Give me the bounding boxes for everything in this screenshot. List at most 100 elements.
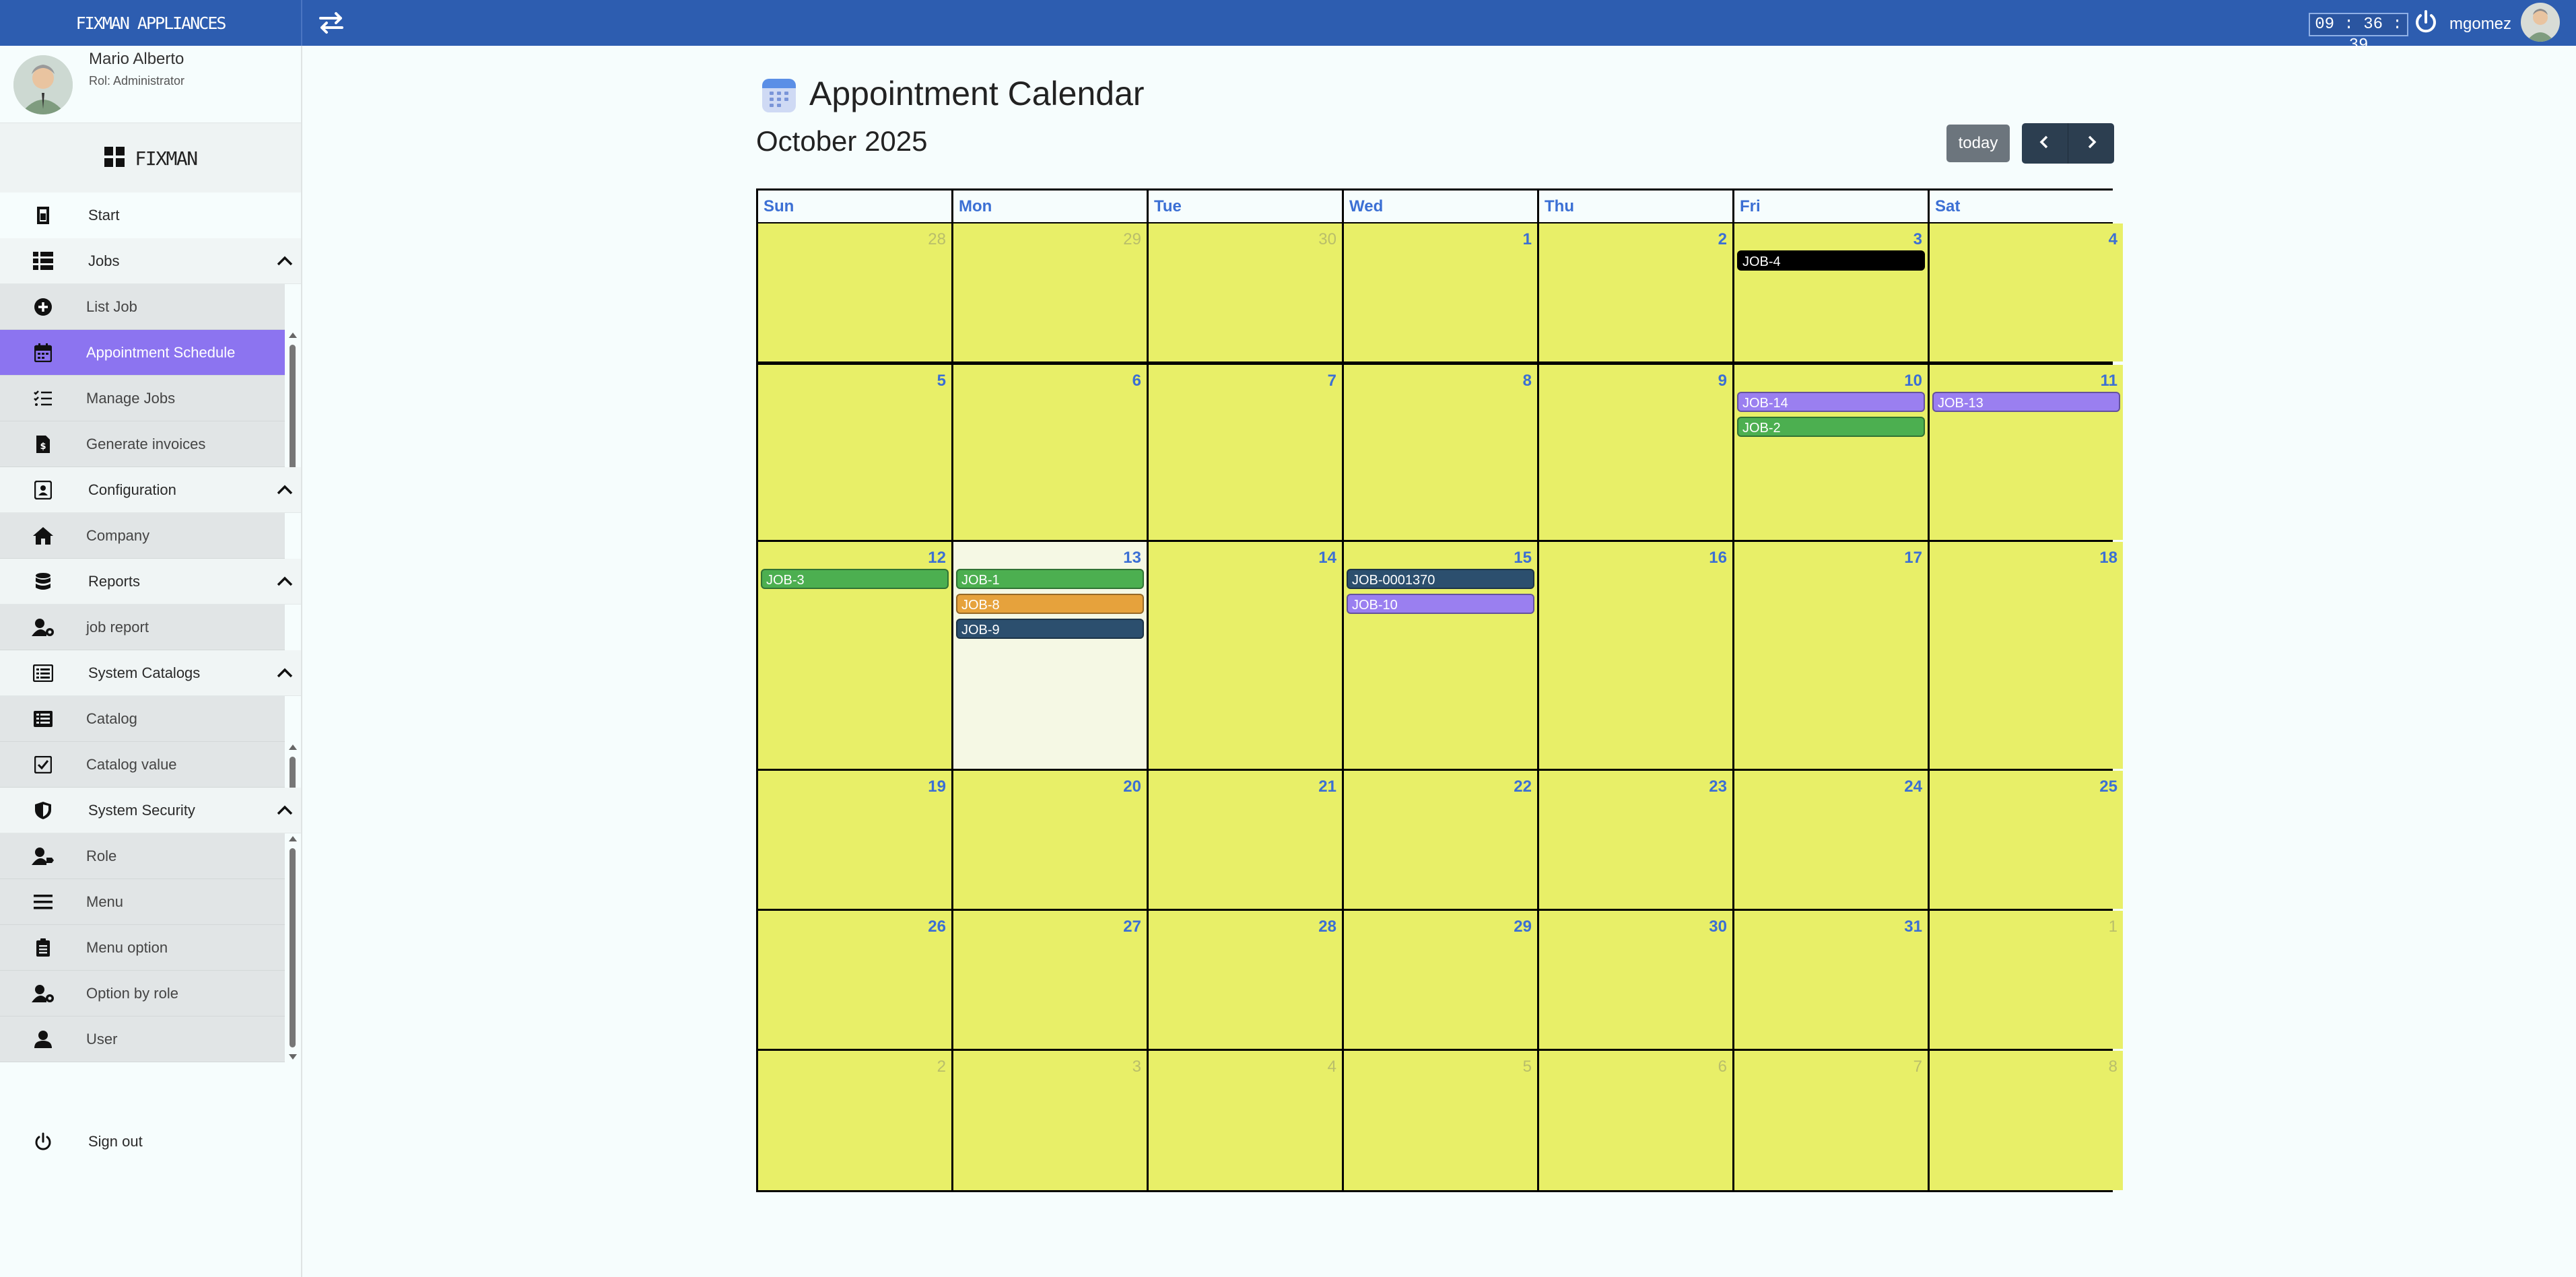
- sidebar-item-company[interactable]: Company: [0, 513, 285, 559]
- sidebar-item-menu[interactable]: Menu: [0, 879, 285, 925]
- day-number[interactable]: 22: [1514, 778, 1532, 796]
- calendar-day-cell[interactable]: 3 JOB-4: [1734, 223, 1928, 361]
- calendar-day-cell[interactable]: 6: [1539, 1051, 1732, 1190]
- day-number[interactable]: 21: [1318, 778, 1336, 796]
- calendar-day-cell[interactable]: 9: [1539, 365, 1732, 540]
- day-number[interactable]: 23: [1709, 778, 1727, 796]
- prev-month-button[interactable]: [2022, 123, 2068, 164]
- calendar-day-cell[interactable]: 10 JOB-14 JOB-2: [1734, 365, 1928, 540]
- day-number[interactable]: 30: [1318, 230, 1336, 249]
- day-number[interactable]: 10: [1904, 372, 1922, 390]
- calendar-day-cell[interactable]: 6: [953, 365, 1147, 540]
- day-number[interactable]: 8: [2109, 1058, 2117, 1076]
- sidebar-item-appointment-schedule[interactable]: Appointment Schedule: [0, 330, 285, 376]
- sidebar-item-catalog-value[interactable]: Catalog value: [0, 742, 285, 788]
- day-number[interactable]: 31: [1904, 918, 1922, 936]
- username[interactable]: mgomez: [2449, 15, 2511, 34]
- calendar-day-cell[interactable]: 16: [1539, 542, 1732, 769]
- day-number[interactable]: 17: [1904, 549, 1922, 567]
- calendar-day-cell[interactable]: 28: [758, 223, 951, 361]
- chevron-up-icon[interactable]: [275, 664, 294, 683]
- day-number[interactable]: 29: [1123, 230, 1141, 249]
- calendar-day-cell[interactable]: 13 JOB-1 JOB-8 JOB-9: [953, 542, 1147, 769]
- sidebar-item-user[interactable]: User: [0, 1016, 285, 1062]
- day-number[interactable]: 3: [1132, 1058, 1141, 1076]
- day-number[interactable]: 1: [2109, 918, 2117, 936]
- sidebar-item-job-report[interactable]: job report: [0, 605, 285, 650]
- calendar-event[interactable]: JOB-0001370: [1347, 569, 1534, 589]
- sidebar-item-role[interactable]: Role: [0, 833, 285, 879]
- day-number[interactable]: 28: [1318, 918, 1336, 936]
- toggle-sidebar-icon[interactable]: [318, 9, 345, 36]
- day-number[interactable]: 25: [2099, 778, 2117, 796]
- day-number[interactable]: 28: [928, 230, 946, 249]
- day-number[interactable]: 19: [928, 778, 946, 796]
- security-scrollbar[interactable]: [285, 833, 300, 1062]
- calendar-day-cell[interactable]: 5: [1344, 1051, 1537, 1190]
- calendar-day-cell[interactable]: 3: [953, 1051, 1147, 1190]
- calendar-day-cell[interactable]: 14: [1149, 542, 1342, 769]
- calendar-day-cell[interactable]: 1: [1930, 911, 2123, 1049]
- calendar-day-cell[interactable]: 20: [953, 771, 1147, 909]
- calendar-day-cell[interactable]: 2: [758, 1051, 951, 1190]
- calendar-event[interactable]: JOB-10: [1347, 594, 1534, 614]
- sidebar-item-list-job[interactable]: List Job: [0, 284, 285, 330]
- calendar-day-cell[interactable]: 28: [1149, 911, 1342, 1049]
- calendar-day-cell[interactable]: 1: [1344, 223, 1537, 361]
- calendar-day-cell[interactable]: 29: [1344, 911, 1537, 1049]
- day-number[interactable]: 11: [2101, 372, 2117, 390]
- chevron-up-icon[interactable]: [275, 572, 294, 591]
- day-number[interactable]: 4: [1328, 1058, 1336, 1076]
- calendar-day-cell[interactable]: 24: [1734, 771, 1928, 909]
- calendar-day-cell[interactable]: 2: [1539, 223, 1732, 361]
- calendar-day-cell[interactable]: 27: [953, 911, 1147, 1049]
- calendar-event[interactable]: JOB-4: [1737, 250, 1925, 271]
- calendar-event[interactable]: JOB-8: [956, 594, 1144, 614]
- calendar-day-cell[interactable]: 22: [1344, 771, 1537, 909]
- calendar-day-cell[interactable]: 11 JOB-13: [1930, 365, 2123, 540]
- calendar-event[interactable]: JOB-2: [1737, 417, 1925, 437]
- day-number[interactable]: 6: [1718, 1058, 1727, 1076]
- day-number[interactable]: 2: [937, 1058, 946, 1076]
- calendar-day-cell[interactable]: 5: [758, 365, 951, 540]
- sidebar-group-catalogs[interactable]: System Catalogs: [0, 650, 301, 696]
- day-number[interactable]: 6: [1132, 372, 1141, 390]
- calendar-day-cell[interactable]: 25: [1930, 771, 2123, 909]
- calendar-event[interactable]: JOB-13: [1932, 392, 2120, 412]
- day-number[interactable]: 27: [1123, 918, 1141, 936]
- app-brand[interactable]: FIXMAN APPLIANCES: [0, 0, 302, 46]
- sidebar-item-manage-jobs[interactable]: Manage Jobs: [0, 376, 285, 421]
- calendar-day-cell[interactable]: 7: [1149, 365, 1342, 540]
- calendar-event[interactable]: JOB-9: [956, 619, 1144, 639]
- day-number[interactable]: 5: [937, 372, 946, 390]
- calendar-day-cell[interactable]: 8: [1930, 1051, 2123, 1190]
- next-month-button[interactable]: [2068, 123, 2114, 164]
- day-number[interactable]: 16: [1709, 549, 1727, 567]
- calendar-day-cell[interactable]: 23: [1539, 771, 1732, 909]
- sidebar-group-reports[interactable]: Reports: [0, 559, 301, 605]
- calendar-day-cell[interactable]: 4: [1149, 1051, 1342, 1190]
- calendar-event[interactable]: JOB-14: [1737, 392, 1925, 412]
- sidebar-item-menu-option[interactable]: Menu option: [0, 925, 285, 971]
- sidebar-item-generate-invoices[interactable]: $ Generate invoices: [0, 421, 285, 467]
- day-number[interactable]: 7: [1913, 1058, 1922, 1076]
- sidebar-item-catalog[interactable]: Catalog: [0, 696, 285, 742]
- calendar-day-cell[interactable]: 17: [1734, 542, 1928, 769]
- day-number[interactable]: 1: [1523, 230, 1532, 249]
- sidebar-item-start[interactable]: Start: [0, 193, 301, 238]
- calendar-day-cell[interactable]: 4: [1930, 223, 2123, 361]
- day-number[interactable]: 5: [1523, 1058, 1532, 1076]
- day-number[interactable]: 18: [2099, 549, 2117, 567]
- day-number[interactable]: 4: [2109, 230, 2117, 249]
- day-number[interactable]: 14: [1318, 549, 1336, 567]
- calendar-day-cell[interactable]: 7: [1734, 1051, 1928, 1190]
- day-number[interactable]: 26: [928, 918, 946, 936]
- sidebar-header[interactable]: FIXMAN: [0, 123, 301, 194]
- chevron-up-icon[interactable]: [275, 481, 294, 499]
- calendar-day-cell[interactable]: 18: [1930, 542, 2123, 769]
- day-number[interactable]: 2: [1718, 230, 1727, 249]
- calendar-day-cell[interactable]: 8: [1344, 365, 1537, 540]
- calendar-day-cell[interactable]: 12 JOB-3: [758, 542, 951, 769]
- sidebar-group-configuration[interactable]: Configuration: [0, 467, 301, 513]
- calendar-day-cell[interactable]: 29: [953, 223, 1147, 361]
